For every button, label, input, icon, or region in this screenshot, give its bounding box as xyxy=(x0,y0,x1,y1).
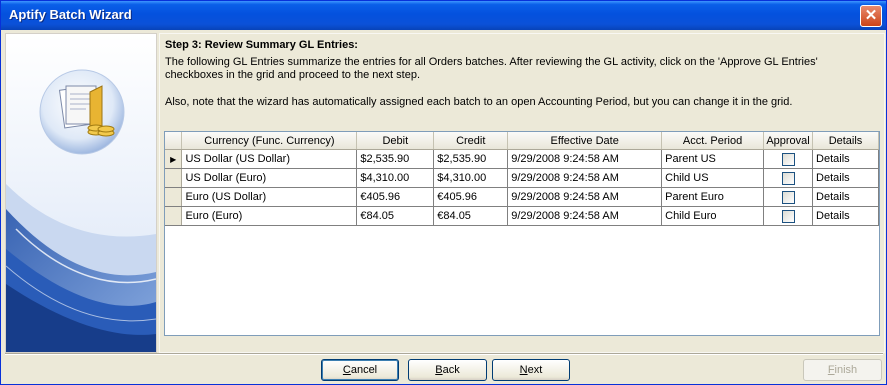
step-description: The following GL Entries summarize the e… xyxy=(165,56,818,81)
table-row[interactable]: US Dollar (Euro) $4,310.00 $4,310.00 9/2… xyxy=(165,168,879,188)
title-bar[interactable]: Aptify Batch Wizard ✕ xyxy=(1,1,886,30)
approval-checkbox[interactable] xyxy=(781,209,795,223)
approval-checkbox[interactable] xyxy=(781,152,795,166)
wizard-window: Aptify Batch Wizard ✕ Step 3: Review Sum… xyxy=(0,0,887,385)
table-row[interactable]: Euro (US Dollar) €405.96 €405.96 9/29/20… xyxy=(165,187,879,207)
cell-credit[interactable]: €405.96 xyxy=(433,187,509,207)
step-title: Step 3: Review Summary GL Entries: xyxy=(165,39,358,51)
cell-details[interactable]: Details xyxy=(812,168,879,188)
back-button[interactable]: Back xyxy=(408,359,487,381)
approval-checkbox[interactable] xyxy=(781,171,795,185)
finish-button[interactable]: Finish xyxy=(803,359,882,381)
cell-credit[interactable]: $4,310.00 xyxy=(433,168,509,188)
current-row-indicator-icon[interactable]: ▶ xyxy=(165,149,183,169)
column-header-effective-date[interactable]: Effective Date xyxy=(507,132,663,150)
cell-credit[interactable]: €84.05 xyxy=(433,206,509,226)
cell-effective-date[interactable]: 9/29/2008 9:24:58 AM xyxy=(507,149,663,169)
grid-header-row: Currency (Func. Currency) Debit Credit E… xyxy=(165,132,879,150)
row-selector-header xyxy=(165,132,183,150)
details-link[interactable]: Details xyxy=(816,191,850,203)
table-row[interactable]: Euro (Euro) €84.05 €84.05 9/29/2008 9:24… xyxy=(165,206,879,226)
wizard-content: Step 3: Review Summary GL Entries: The f… xyxy=(159,33,885,353)
cell-effective-date[interactable]: 9/29/2008 9:24:58 AM xyxy=(507,187,663,207)
cell-acct-period[interactable]: Child US xyxy=(661,168,765,188)
cell-acct-period[interactable]: Parent Euro xyxy=(661,187,765,207)
cell-currency[interactable]: US Dollar (Euro) xyxy=(181,168,358,188)
footer-divider xyxy=(5,353,883,355)
details-link[interactable]: Details xyxy=(816,153,850,165)
cell-approval[interactable] xyxy=(763,206,814,226)
wizard-side-graphic xyxy=(5,33,157,353)
details-link[interactable]: Details xyxy=(816,210,850,222)
column-header-acct-period[interactable]: Acct. Period xyxy=(661,132,765,150)
approval-checkbox[interactable] xyxy=(781,190,795,204)
cell-acct-period[interactable]: Parent US xyxy=(661,149,765,169)
cell-details[interactable]: Details xyxy=(812,187,879,207)
cell-currency[interactable]: US Dollar (US Dollar) xyxy=(181,149,358,169)
cell-approval[interactable] xyxy=(763,149,814,169)
window-title: Aptify Batch Wizard xyxy=(9,7,132,22)
cell-debit[interactable]: $2,535.90 xyxy=(356,149,435,169)
column-header-currency[interactable]: Currency (Func. Currency) xyxy=(181,132,358,150)
cell-debit[interactable]: €84.05 xyxy=(356,206,435,226)
cell-approval[interactable] xyxy=(763,187,814,207)
column-header-debit[interactable]: Debit xyxy=(356,132,435,150)
table-row[interactable]: ▶ US Dollar (US Dollar) $2,535.90 $2,535… xyxy=(165,149,879,169)
cell-approval[interactable] xyxy=(763,168,814,188)
close-button[interactable]: ✕ xyxy=(860,5,882,27)
next-button[interactable]: Next xyxy=(492,359,570,381)
row-selector[interactable] xyxy=(165,206,183,226)
column-header-credit[interactable]: Credit xyxy=(433,132,509,150)
cell-acct-period[interactable]: Child Euro xyxy=(661,206,765,226)
cell-effective-date[interactable]: 9/29/2008 9:24:58 AM xyxy=(507,168,663,188)
details-link[interactable]: Details xyxy=(816,172,850,184)
gl-entries-grid[interactable]: Currency (Func. Currency) Debit Credit E… xyxy=(164,131,880,336)
cell-currency[interactable]: Euro (US Dollar) xyxy=(181,187,358,207)
cancel-button[interactable]: Cancel xyxy=(321,359,399,381)
row-selector[interactable] xyxy=(165,168,183,188)
column-header-details[interactable]: Details xyxy=(812,132,879,150)
cell-credit[interactable]: $2,535.90 xyxy=(433,149,509,169)
cell-details[interactable]: Details xyxy=(812,206,879,226)
column-header-approval[interactable]: Approval xyxy=(763,132,814,150)
cell-currency[interactable]: Euro (Euro) xyxy=(181,206,358,226)
cell-debit[interactable]: $4,310.00 xyxy=(356,168,435,188)
row-selector[interactable] xyxy=(165,187,183,207)
cell-effective-date[interactable]: 9/29/2008 9:24:58 AM xyxy=(507,206,663,226)
cell-debit[interactable]: €405.96 xyxy=(356,187,435,207)
cell-details[interactable]: Details xyxy=(812,149,879,169)
step-note: Also, note that the wizard has automatic… xyxy=(165,96,793,108)
